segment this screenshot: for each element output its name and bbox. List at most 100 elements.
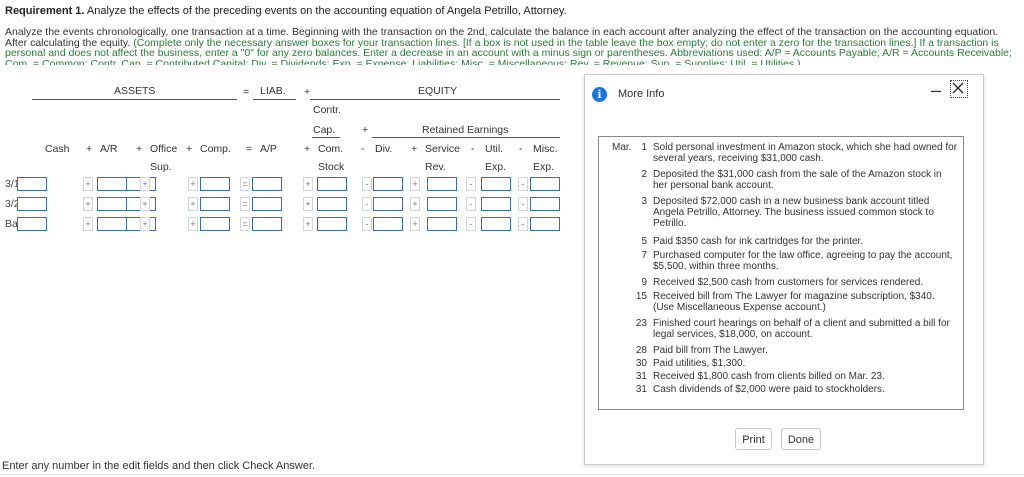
done-button[interactable]: Done	[781, 428, 821, 450]
requirement-heading: Requirement 1. Analyze the effects of th…	[5, 5, 567, 17]
answer-input[interactable]	[427, 197, 457, 211]
row-operator: +	[83, 177, 93, 191]
column-header: Office	[150, 143, 178, 155]
column-operator: +	[136, 143, 143, 155]
assets-header: ASSETS	[114, 85, 156, 97]
event-text: Paid utilities, $1,300.	[653, 358, 746, 369]
answer-input[interactable]	[317, 197, 347, 211]
event-text: Deposited $72,000 cash in a new business…	[653, 196, 934, 229]
column-header-line2: Exp.	[533, 161, 555, 173]
answer-input[interactable]	[97, 177, 127, 191]
answer-input[interactable]	[373, 217, 403, 231]
answer-input[interactable]	[252, 177, 282, 191]
answer-input[interactable]	[200, 197, 230, 211]
assets-underline	[32, 99, 237, 100]
row-operator: -	[362, 177, 372, 191]
row-operator: +	[188, 217, 198, 231]
row-operator: +	[188, 177, 198, 191]
column-header: Com.	[318, 143, 344, 155]
row-operator: -	[518, 197, 528, 211]
contr-cap-line1: Contr.	[313, 104, 342, 116]
answer-input[interactable]	[97, 197, 127, 211]
print-button[interactable]: Print	[735, 428, 772, 450]
answer-input[interactable]	[481, 217, 511, 231]
answer-input[interactable]	[17, 177, 47, 191]
answer-input[interactable]	[97, 217, 127, 231]
answer-input[interactable]	[317, 177, 347, 191]
row-operator: -	[362, 197, 372, 211]
column-operator: +	[411, 143, 418, 155]
event-day: 31	[635, 371, 647, 382]
row-operator: -	[518, 177, 528, 191]
answer-input[interactable]	[252, 217, 282, 231]
answer-input[interactable]	[373, 177, 403, 191]
answer-input[interactable]	[530, 217, 560, 231]
answer-input[interactable]	[200, 217, 230, 231]
column-header: A/P	[260, 143, 277, 155]
retained-earnings-underline	[372, 137, 560, 138]
row-operator: +	[140, 217, 150, 231]
instructions-note: (Complete only the necessary answer boxe…	[5, 36, 1012, 65]
answer-input[interactable]	[530, 197, 560, 211]
row-operator: +	[303, 197, 313, 211]
event-day: 15	[635, 291, 647, 302]
row-operator: +	[83, 197, 93, 211]
column-operator: -	[471, 143, 475, 155]
row-operator: -	[466, 217, 476, 231]
instructions: Analyze the events chronologically, one …	[5, 27, 1020, 65]
event-day: 2	[641, 169, 647, 180]
event-day: 7	[641, 250, 647, 261]
footer-divider	[0, 474, 1024, 475]
answer-input[interactable]	[427, 217, 457, 231]
answer-input[interactable]	[481, 177, 511, 191]
event-text: Received $2,500 cash from customers for …	[653, 277, 924, 288]
answer-input[interactable]	[373, 197, 403, 211]
event-text: Purchased computer for the law office, a…	[653, 250, 953, 272]
answer-input[interactable]	[530, 177, 560, 191]
answer-input[interactable]	[481, 197, 511, 211]
event-day: 1	[641, 142, 647, 153]
event-text: Received $1,800 cash from clients billed…	[653, 371, 885, 382]
event-text: Received bill from The Lawyer for magazi…	[653, 291, 935, 313]
plus-sign: +	[304, 86, 311, 98]
event-day: 5	[641, 236, 647, 247]
column-operator: -	[361, 143, 365, 155]
row-operator: =	[240, 217, 250, 231]
event-day: 31	[635, 384, 647, 395]
row-operator: +	[188, 197, 198, 211]
answer-input[interactable]	[252, 197, 282, 211]
event-day: 28	[635, 345, 647, 356]
answer-input[interactable]	[427, 177, 457, 191]
column-header: Cash	[45, 143, 70, 155]
close-icon	[952, 82, 964, 94]
footer-instruction: Enter any number in the edit fields and …	[2, 460, 316, 472]
column-header: Div.	[375, 143, 393, 155]
answer-input[interactable]	[17, 197, 47, 211]
minimize-button[interactable]: –	[929, 80, 943, 100]
column-header: A/R	[100, 143, 118, 155]
row-operator: =	[240, 197, 250, 211]
contr-cap-underline	[312, 137, 340, 138]
close-button[interactable]	[950, 80, 968, 98]
answer-input[interactable]	[317, 217, 347, 231]
answer-input[interactable]	[17, 217, 47, 231]
event-text: Cash dividends of $2,000 were paid to st…	[653, 384, 885, 395]
column-header: Misc.	[533, 143, 558, 155]
event-text: Deposited the $31,000 cash from the sale…	[653, 169, 942, 191]
row-operator: +	[140, 177, 150, 191]
row-operator: -	[362, 217, 372, 231]
equals-sign: =	[243, 86, 250, 98]
row-operator: -	[466, 177, 476, 191]
row-operator: -	[518, 217, 528, 231]
row-operator: +	[303, 177, 313, 191]
more-info-title: More Info	[618, 88, 665, 100]
liabilities-header: LIAB.	[260, 85, 286, 97]
column-header-line2: Stock	[318, 161, 345, 173]
row-operator: +	[410, 177, 420, 191]
column-operator: =	[246, 143, 253, 155]
row-operator: +	[83, 217, 93, 231]
column-header: Service	[425, 143, 461, 155]
liab-underline	[253, 99, 296, 100]
answer-input[interactable]	[200, 177, 230, 191]
column-header-line2: Rev.	[425, 161, 446, 173]
